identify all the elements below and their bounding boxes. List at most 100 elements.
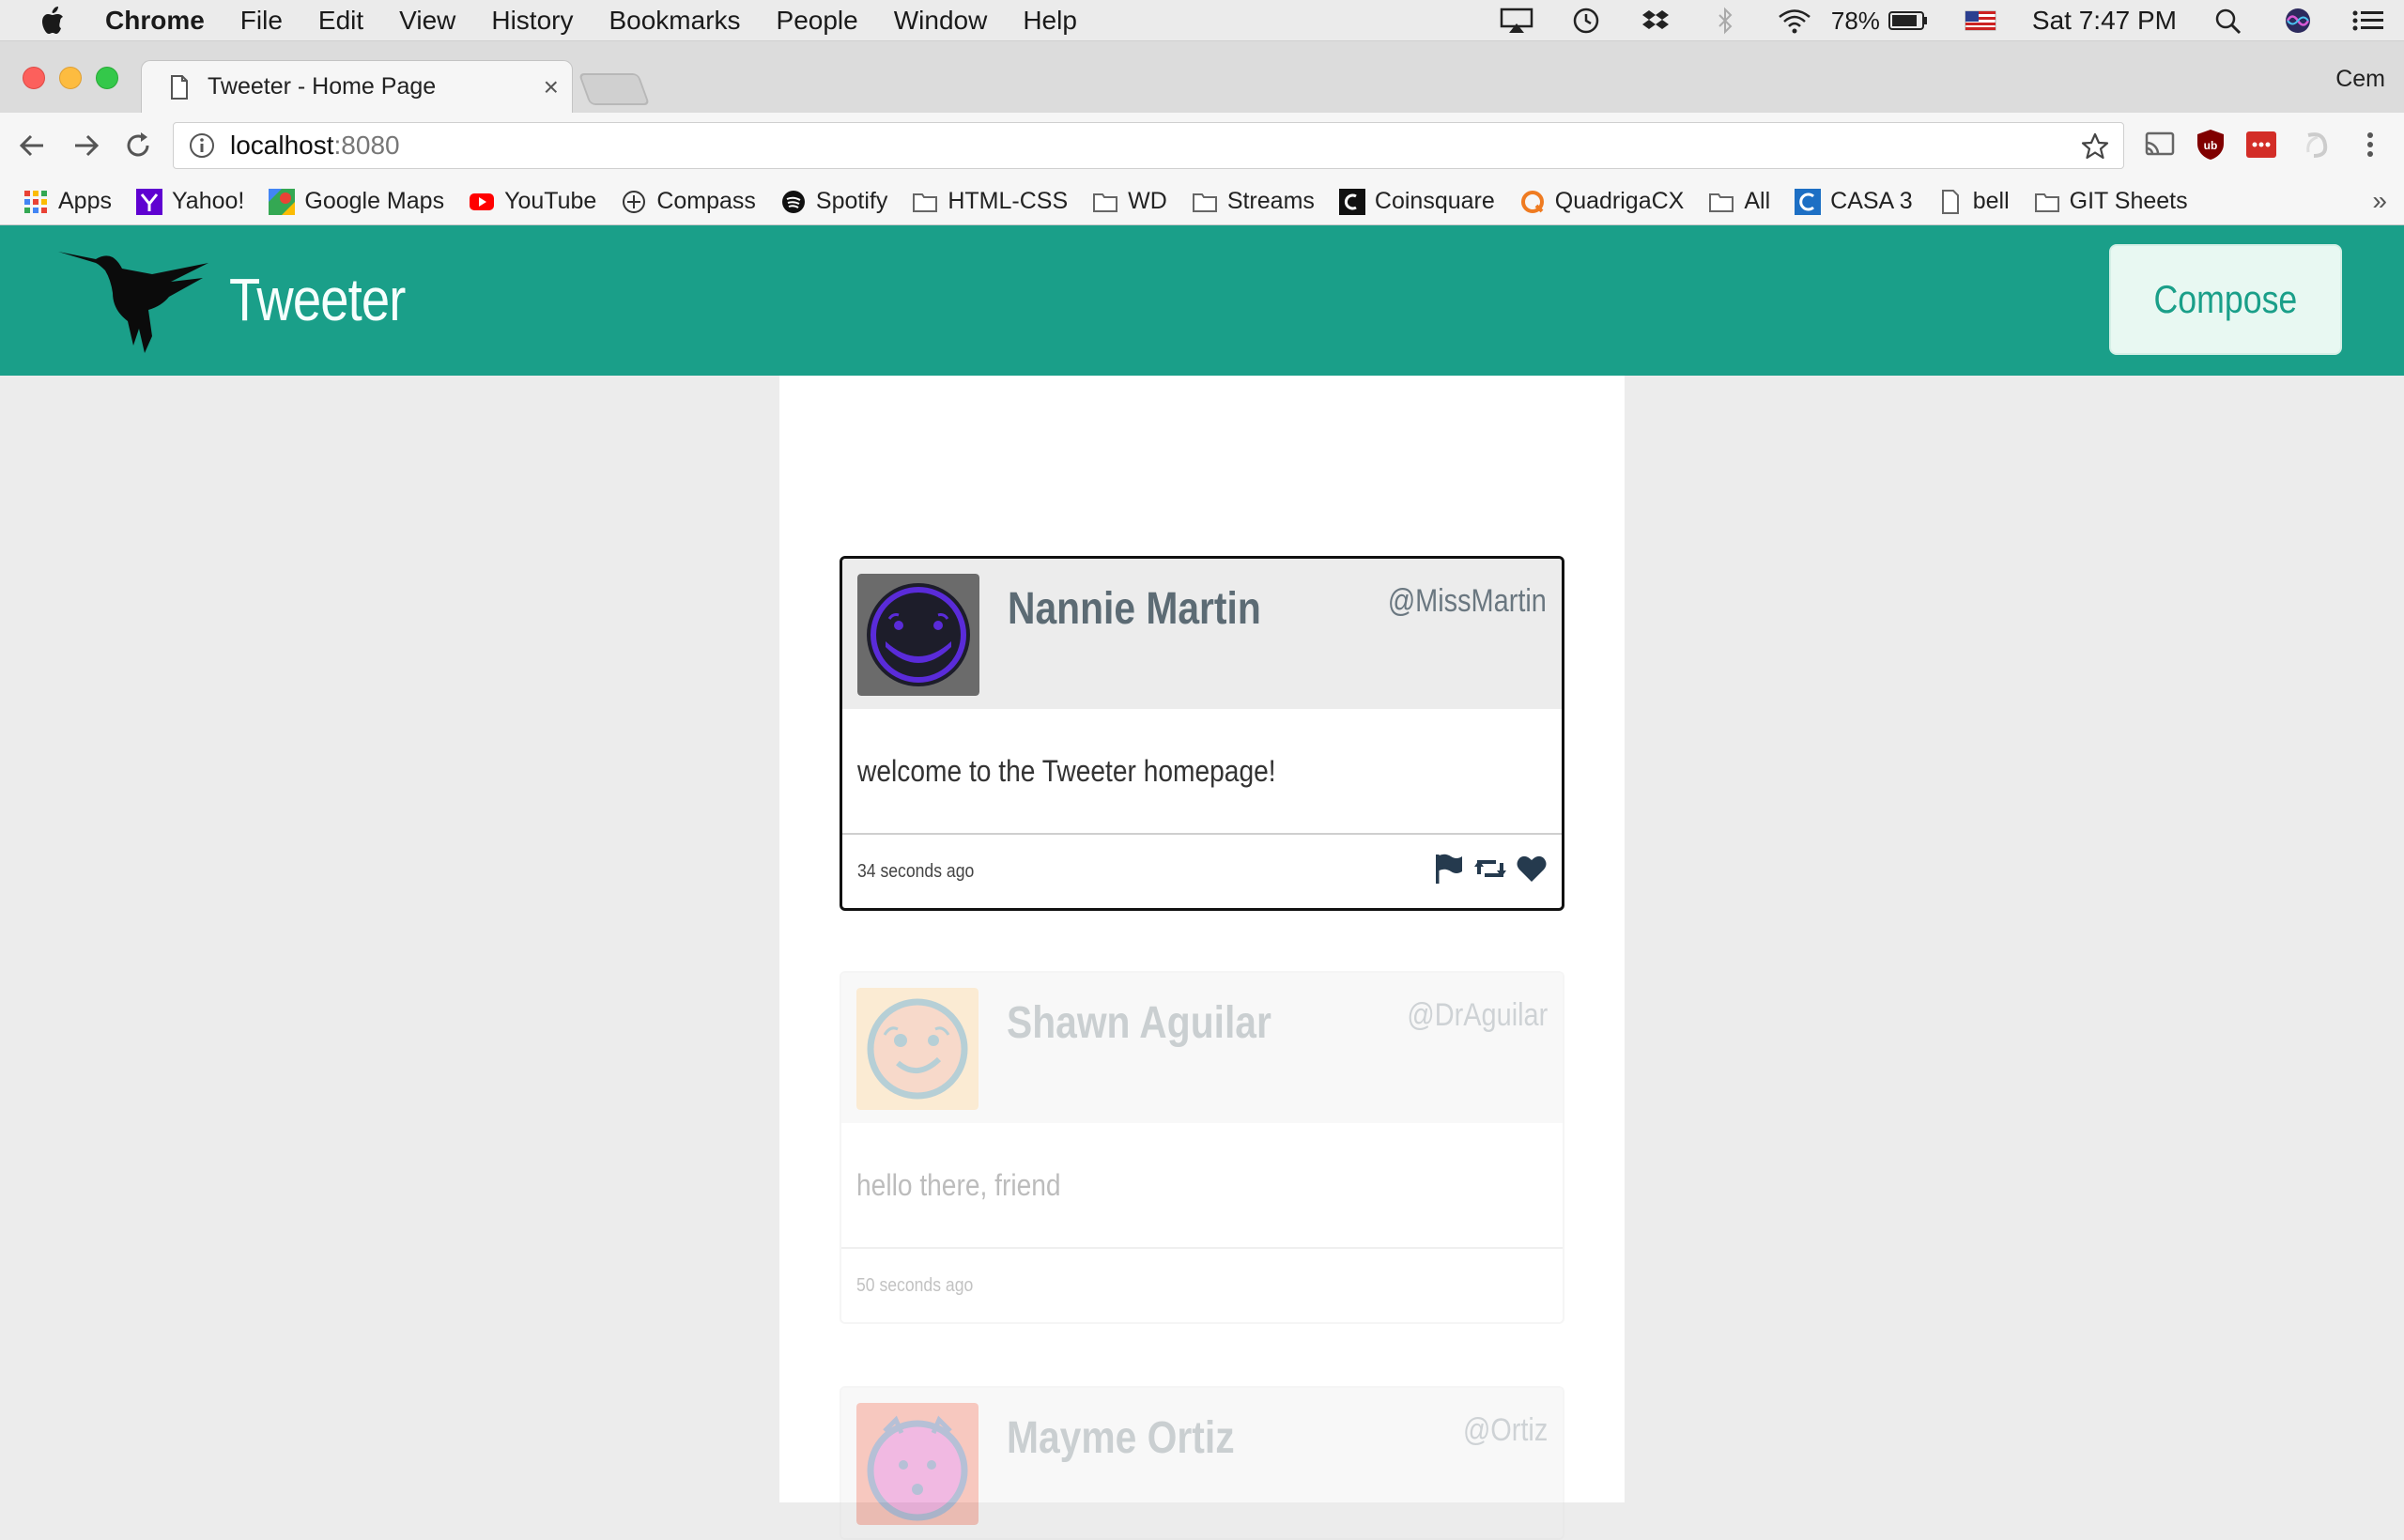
bookmark-label: Coinsquare — [1374, 188, 1495, 214]
bookmark-item[interactable]: GIT Sheets — [2034, 188, 2188, 215]
tweet-author-name: Mayme Ortiz — [1007, 1413, 1235, 1463]
us-flag-icon[interactable] — [1963, 7, 1998, 35]
coinsquare-icon — [1338, 188, 1365, 215]
menu-window[interactable]: Window — [894, 6, 988, 36]
tweet-header: Mayme Ortiz @Ortiz — [841, 1388, 1563, 1538]
tweet-author-handle: @DrAguilar — [1407, 997, 1548, 1033]
bookmark-item[interactable]: Coinsquare — [1338, 188, 1495, 215]
yahoo-icon — [135, 188, 162, 215]
bookmarks-bar: Apps Yahoo! Google Maps YouTube Compass Spoti… — [0, 178, 2404, 225]
dropbox-icon[interactable] — [1638, 7, 1673, 35]
bookmark-item[interactable]: Spotify — [780, 188, 887, 215]
avatar — [856, 988, 979, 1110]
flag-icon[interactable] — [1432, 852, 1466, 886]
tweet-body: welcome to the Tweeter homepage! — [842, 709, 1562, 835]
svg-text:ub: ub — [2204, 139, 2218, 152]
menu-history[interactable]: History — [491, 6, 573, 36]
extension-disabled-icon[interactable] — [2299, 128, 2333, 162]
avatar — [857, 574, 979, 696]
page-viewport: Tweeter Compose Nannie Martin @MissMarti… — [0, 225, 2404, 1540]
menubar-clock[interactable]: Sat 7:47 PM — [2032, 6, 2177, 36]
notification-center-icon[interactable] — [2350, 7, 2385, 35]
tweet-timestamp: 50 seconds ago — [856, 1274, 974, 1296]
bookmarks-overflow-button[interactable]: » — [2372, 186, 2387, 216]
tweet-footer: 50 seconds ago — [841, 1249, 1563, 1322]
chrome-menu-icon[interactable] — [2353, 128, 2387, 162]
bookmark-label: Google Maps — [304, 188, 445, 214]
bookmark-item[interactable]: WD — [1092, 188, 1167, 215]
youtube-icon — [470, 192, 495, 210]
tweet-card[interactable]: Mayme Ortiz @Ortiz — [840, 1386, 1564, 1540]
bookmark-item[interactable]: QuadrigaCX — [1519, 188, 1684, 215]
apps-grid-icon — [24, 190, 47, 213]
bookmark-label: Spotify — [815, 188, 888, 214]
menu-app-chrome[interactable]: Chrome — [105, 6, 205, 36]
menu-bookmarks[interactable]: Bookmarks — [609, 6, 740, 36]
browser-toolbar: localhost:8080 ub — [0, 113, 2404, 178]
menu-help[interactable]: Help — [1023, 6, 1077, 36]
tab-close-button[interactable]: × — [544, 72, 559, 102]
bookmark-label: All — [1744, 188, 1771, 214]
wifi-icon[interactable] — [1777, 7, 1812, 35]
tweet-card[interactable]: Shawn Aguilar @DrAguilar hello there, fr… — [840, 971, 1564, 1324]
hummingbird-logo-icon — [58, 252, 208, 353]
spotlight-search-icon[interactable] — [2211, 7, 2246, 35]
ublock-origin-icon[interactable]: ub — [2194, 128, 2227, 162]
forward-arrow-icon[interactable] — [68, 128, 103, 163]
time-machine-icon[interactable] — [1568, 7, 1604, 35]
bookmark-item[interactable]: All — [1708, 188, 1770, 215]
menu-view[interactable]: View — [399, 6, 455, 36]
new-tab-button[interactable] — [578, 73, 651, 105]
bookmark-label: HTML-CSS — [948, 188, 1069, 214]
document-icon — [1941, 189, 1959, 214]
casa-icon — [1795, 188, 1822, 215]
spotify-icon — [781, 190, 805, 213]
bookmark-label: Apps — [58, 188, 112, 214]
reload-icon[interactable] — [120, 128, 156, 163]
bookmark-item[interactable]: Streams — [1192, 188, 1315, 215]
siri-icon[interactable] — [2280, 7, 2316, 35]
apple-menu-icon[interactable] — [38, 5, 66, 37]
site-info-icon[interactable] — [189, 132, 215, 159]
browser-tab-strip: Tweeter - Home Page × Cem — [0, 41, 2404, 113]
address-bar[interactable]: localhost:8080 — [173, 122, 2124, 169]
window-close-button[interactable] — [23, 67, 45, 89]
chrome-profile-button[interactable]: Cem — [2335, 66, 2385, 93]
bookmark-item[interactable]: Compass — [621, 188, 756, 215]
menu-file[interactable]: File — [240, 6, 283, 36]
menu-edit[interactable]: Edit — [318, 6, 363, 36]
browser-tab-active[interactable]: Tweeter - Home Page × — [141, 60, 573, 113]
menu-people[interactable]: People — [777, 6, 858, 36]
bookmark-item[interactable]: bell — [1937, 188, 2010, 215]
window-minimize-button[interactable] — [59, 67, 82, 89]
bookmark-star-icon[interactable] — [2080, 131, 2110, 162]
folder-icon — [1093, 192, 1118, 212]
bookmark-item[interactable]: Google Maps — [269, 188, 444, 215]
airplay-icon[interactable] — [1499, 7, 1534, 35]
cast-icon[interactable] — [2143, 128, 2177, 162]
bluetooth-icon[interactable] — [1707, 7, 1743, 35]
tweet-card[interactable]: Nannie Martin @MissMartin welcome to the… — [840, 556, 1564, 911]
page-document-icon — [171, 74, 188, 100]
bookmark-item[interactable]: HTML-CSS — [912, 188, 1068, 215]
bookmark-item[interactable]: YouTube — [469, 188, 596, 215]
back-arrow-icon[interactable] — [15, 128, 51, 163]
bookmark-item[interactable]: Apps — [23, 188, 112, 215]
tweet-author-name: Shawn Aguilar — [1007, 998, 1271, 1048]
retweet-icon[interactable] — [1473, 852, 1507, 886]
tweet-author-handle: @Ortiz — [1462, 1412, 1548, 1448]
bookmark-item[interactable]: Yahoo! — [135, 188, 244, 215]
heart-icon[interactable] — [1515, 852, 1549, 886]
compose-button[interactable]: Compose — [2109, 244, 2342, 355]
folder-icon — [913, 192, 938, 212]
tweet-header: Shawn Aguilar @DrAguilar — [841, 973, 1563, 1123]
quadrigacx-icon — [1520, 190, 1544, 213]
window-zoom-button[interactable] — [96, 67, 118, 89]
lastpass-icon[interactable] — [2244, 128, 2278, 162]
battery-icon[interactable] — [1888, 7, 1929, 35]
compass-icon — [623, 190, 646, 213]
tweet-author-name: Nannie Martin — [1008, 584, 1261, 634]
bookmark-item[interactable]: CASA 3 — [1795, 188, 1913, 215]
google-maps-icon — [269, 188, 296, 215]
tweet-text: welcome to the Tweeter homepage! — [857, 753, 1276, 788]
